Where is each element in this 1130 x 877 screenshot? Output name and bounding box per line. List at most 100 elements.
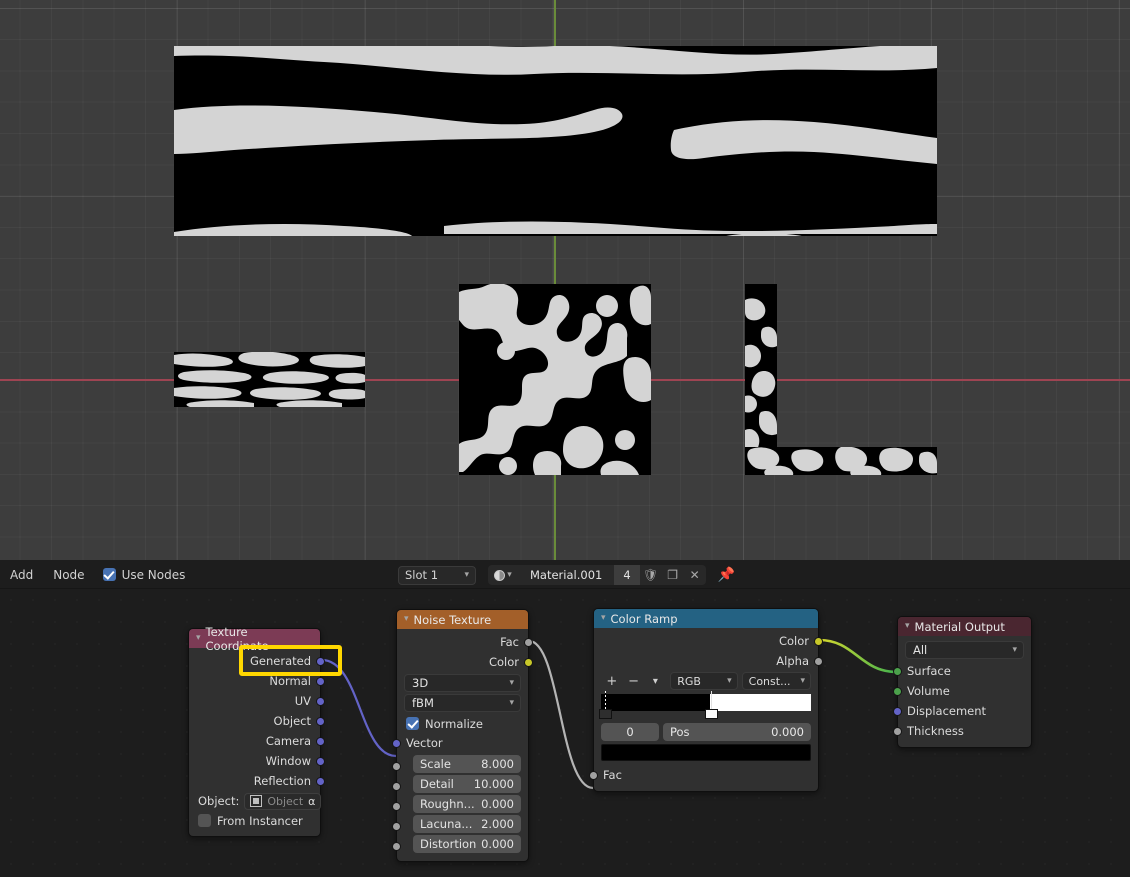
chevron-down-icon[interactable]: ▾ xyxy=(645,676,667,687)
output-color[interactable]: Color xyxy=(397,652,533,672)
dimension-select[interactable]: 3D ▾ xyxy=(404,674,521,692)
3d-viewport[interactable] xyxy=(0,0,1130,560)
socket-object[interactable] xyxy=(316,717,325,726)
checkbox-icon[interactable] xyxy=(102,568,116,581)
collapse-chevron-icon[interactable]: ▾ xyxy=(196,634,201,643)
socket-uv[interactable] xyxy=(316,697,325,706)
output-reflection[interactable]: Reflection xyxy=(189,771,325,791)
node-texture-coordinate[interactable]: ▾ Texture Coordinate Generated Normal UV… xyxy=(188,625,325,837)
socket-roughness[interactable] xyxy=(392,802,401,811)
output-generated[interactable]: Generated xyxy=(189,651,325,671)
input-vector[interactable]: Vector xyxy=(392,733,528,753)
textured-plane-left[interactable] xyxy=(174,352,365,407)
socket-alpha[interactable] xyxy=(814,657,823,666)
interpolation-select[interactable]: Const... ▾ xyxy=(741,672,811,690)
ramp-index-field[interactable]: 0 xyxy=(601,723,659,741)
socket-normal[interactable] xyxy=(316,677,325,686)
input-fac[interactable]: Fac xyxy=(589,765,818,785)
roughness-field[interactable]: Roughn... 0.000 xyxy=(413,795,521,813)
color-ramp-gradient-bar[interactable] xyxy=(599,691,811,719)
menu-node[interactable]: Node xyxy=(43,568,94,582)
textured-plane-top[interactable] xyxy=(174,46,937,236)
node-material-output[interactable]: ▾ Material Output All ▾ Surface Volume D… xyxy=(893,616,1032,748)
shield-icon[interactable]: 🛡 xyxy=(639,565,662,585)
socket-surface[interactable] xyxy=(893,667,902,676)
socket-scale[interactable] xyxy=(392,762,401,771)
copy-icon[interactable]: ❐ xyxy=(661,565,684,585)
socket-lacunarity[interactable] xyxy=(392,822,401,831)
ramp-stop-stem xyxy=(710,691,712,711)
node-header-texture-coordinate[interactable]: ▾ Texture Coordinate xyxy=(189,625,320,653)
distortion-field[interactable]: Distortion 0.000 xyxy=(413,835,521,853)
lacunarity-field[interactable]: Lacuna... 2.000 xyxy=(413,815,521,833)
output-alpha[interactable]: Alpha xyxy=(594,651,823,671)
minus-icon[interactable]: − xyxy=(623,674,645,689)
input-thickness[interactable]: Thickness xyxy=(893,721,1031,741)
textured-plane-center[interactable] xyxy=(459,284,651,475)
material-browse-button[interactable]: ▾ xyxy=(488,565,518,585)
detail-field[interactable]: Detail 10.000 xyxy=(413,775,521,793)
close-icon[interactable]: ✕ xyxy=(683,565,706,585)
node-header-color-ramp[interactable]: ▾ Color Ramp xyxy=(594,609,818,628)
pin-icon[interactable]: 📌 xyxy=(718,567,735,583)
collapse-chevron-icon[interactable]: ▾ xyxy=(404,615,409,624)
object-field[interactable]: Object ⍺ xyxy=(244,792,322,810)
ramp-position-field[interactable]: Pos 0.000 xyxy=(663,723,811,741)
output-normal[interactable]: Normal xyxy=(189,671,325,691)
checkbox-icon[interactable] xyxy=(406,717,419,730)
noise-type-select[interactable]: fBM ▾ xyxy=(404,694,521,712)
input-surface[interactable]: Surface xyxy=(893,661,1031,681)
use-nodes-label: Use Nodes xyxy=(121,567,186,582)
output-object[interactable]: Object xyxy=(189,711,325,731)
scale-field[interactable]: Scale 8.000 xyxy=(413,755,521,773)
ramp-selected-color-swatch[interactable] xyxy=(601,744,811,761)
output-color[interactable]: Color xyxy=(594,631,823,651)
socket-color[interactable] xyxy=(814,637,823,646)
eyedropper-icon[interactable]: ⍺ xyxy=(308,795,315,808)
target-select[interactable]: All ▾ xyxy=(905,641,1024,659)
from-instancer-toggle[interactable]: From Instancer xyxy=(189,811,320,830)
socket-fac[interactable] xyxy=(524,638,533,647)
output-fac[interactable]: Fac xyxy=(397,632,533,652)
textured-plane-right-horizontal[interactable] xyxy=(745,447,937,475)
input-volume[interactable]: Volume xyxy=(893,681,1031,701)
output-uv[interactable]: UV xyxy=(189,691,325,711)
target-value: All xyxy=(913,643,928,657)
node-noise-texture[interactable]: ▾ Noise Texture Fac Color 3D ▾ fBM ▾ Nor… xyxy=(392,609,533,862)
input-displacement[interactable]: Displacement xyxy=(893,701,1031,721)
output-camera[interactable]: Camera xyxy=(189,731,325,751)
link-color-to-surface xyxy=(818,638,898,674)
plus-icon[interactable]: + xyxy=(601,674,623,689)
node-color-ramp[interactable]: ▾ Color Ramp Color Alpha + − ▾ RGB ▾ Con… xyxy=(589,608,823,792)
socket-displacement[interactable] xyxy=(893,707,902,716)
socket-color[interactable] xyxy=(524,658,533,667)
material-users-count[interactable]: 4 xyxy=(614,565,640,585)
socket-vector[interactable] xyxy=(392,739,401,748)
checkbox-icon[interactable] xyxy=(198,814,211,827)
ramp-stop-knob[interactable] xyxy=(599,709,612,719)
material-name-field[interactable]: Material.001 xyxy=(518,565,615,585)
ramp-stop-knob[interactable] xyxy=(705,709,718,719)
node-editor-canvas[interactable]: ▾ Texture Coordinate Generated Normal UV… xyxy=(0,589,1130,877)
socket-reflection[interactable] xyxy=(316,777,325,786)
use-nodes-toggle[interactable]: Use Nodes xyxy=(95,568,194,582)
socket-detail[interactable] xyxy=(392,782,401,791)
output-window[interactable]: Window xyxy=(189,751,325,771)
socket-generated[interactable] xyxy=(316,657,325,666)
slot-select[interactable]: Slot 1 ▾ xyxy=(398,565,476,585)
menu-add[interactable]: Add xyxy=(0,568,43,582)
collapse-chevron-icon[interactable]: ▾ xyxy=(601,614,606,623)
node-body-noise-texture: Fac Color 3D ▾ fBM ▾ Normalize Vector Sc… xyxy=(392,629,533,861)
socket-camera[interactable] xyxy=(316,737,325,746)
collapse-chevron-icon[interactable]: ▾ xyxy=(905,622,910,631)
color-mode-select[interactable]: RGB ▾ xyxy=(670,672,738,690)
node-header-noise-texture[interactable]: ▾ Noise Texture xyxy=(397,610,528,629)
socket-window[interactable] xyxy=(316,757,325,766)
object-picker-row[interactable]: Object: Object ⍺ xyxy=(189,791,322,811)
socket-fac[interactable] xyxy=(589,771,598,780)
socket-distortion[interactable] xyxy=(392,842,401,851)
socket-thickness[interactable] xyxy=(893,727,902,736)
node-header-material-output[interactable]: ▾ Material Output xyxy=(898,617,1031,636)
normalize-toggle[interactable]: Normalize xyxy=(397,714,528,733)
socket-volume[interactable] xyxy=(893,687,902,696)
